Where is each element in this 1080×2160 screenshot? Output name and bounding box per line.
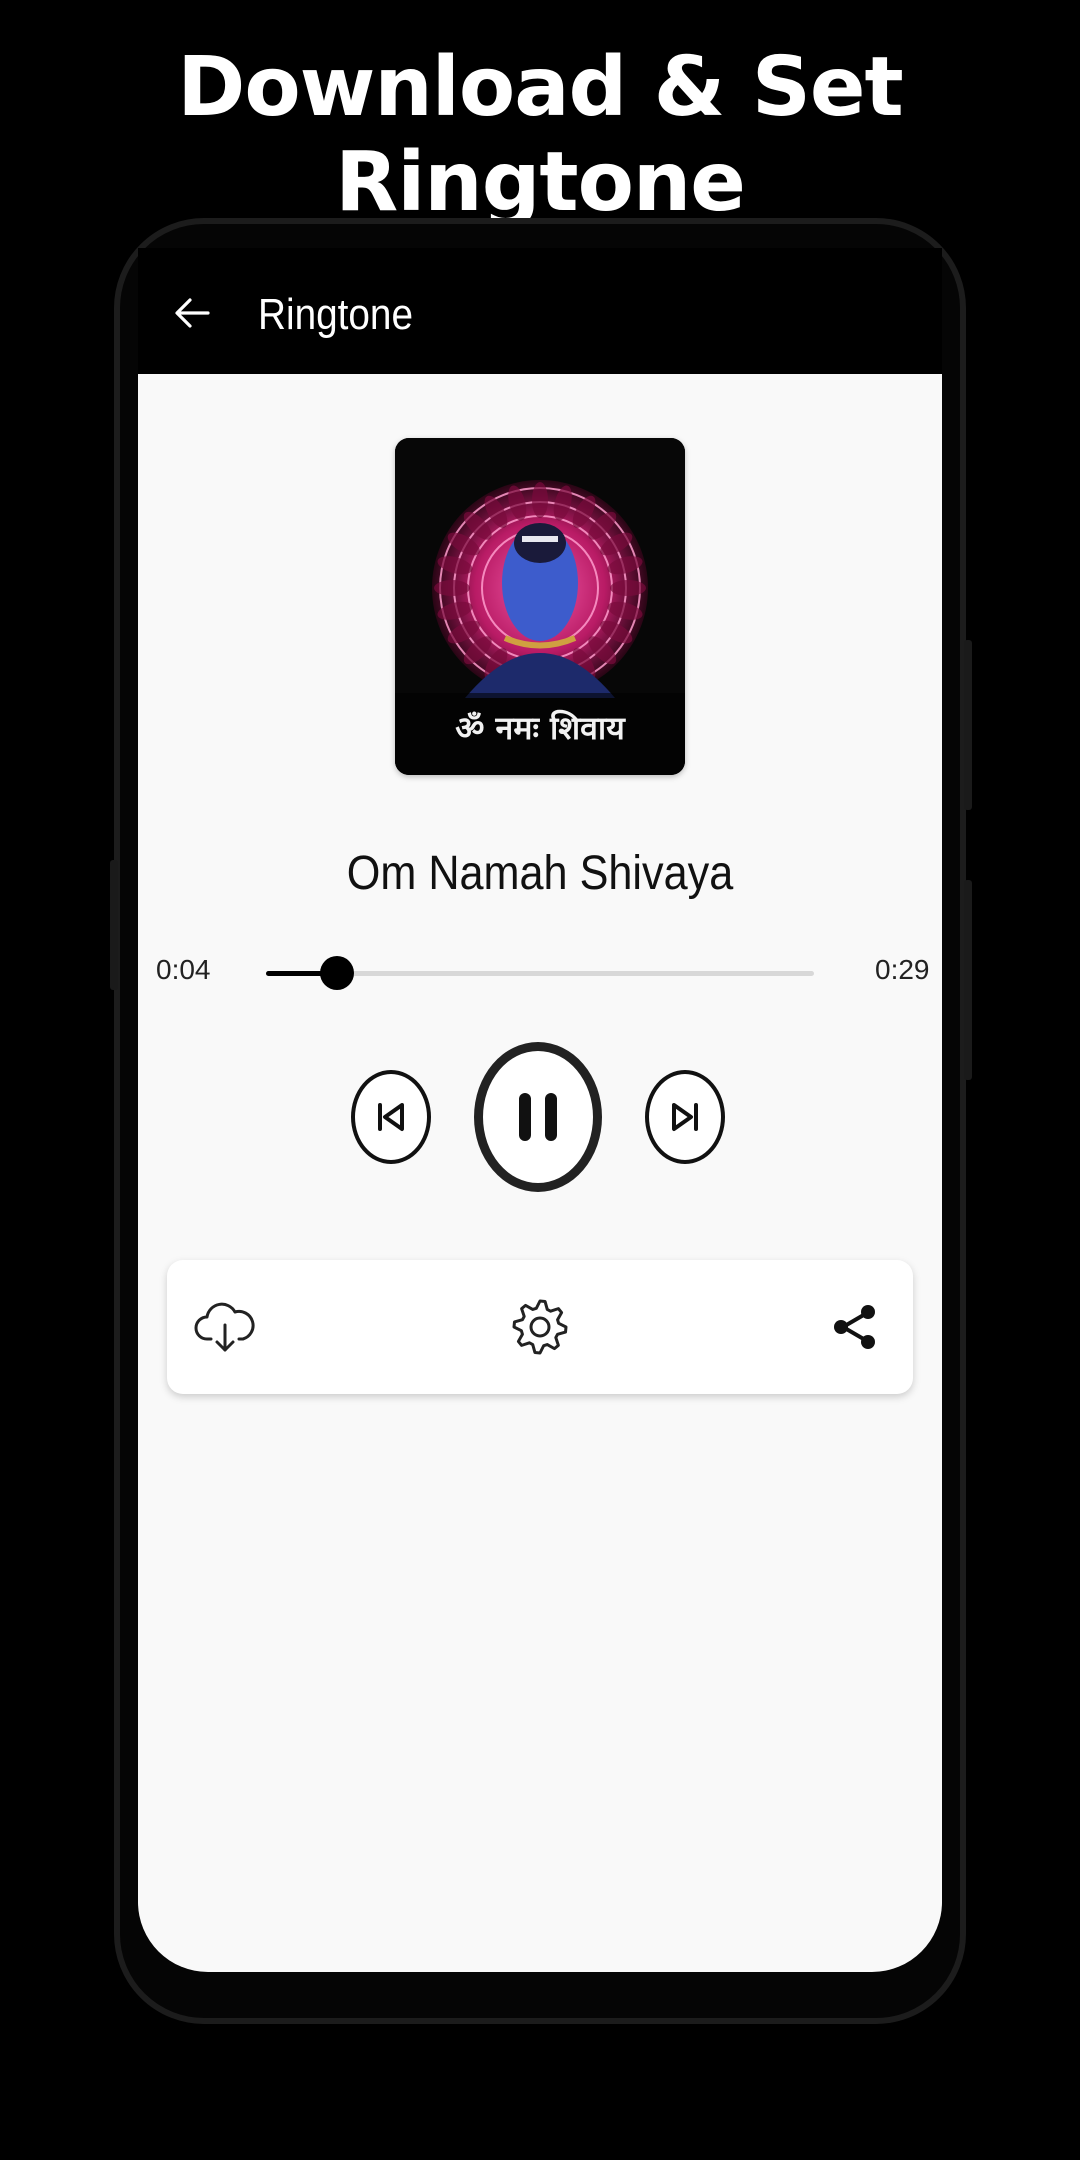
song-title: Om Namah Shivaya xyxy=(346,847,734,900)
back-button[interactable] xyxy=(168,288,218,338)
seek-bar[interactable] xyxy=(266,956,814,990)
phone-side-button-left xyxy=(110,860,118,990)
share-button[interactable] xyxy=(823,1295,887,1359)
arrow-left-icon xyxy=(175,298,210,328)
phone-power-button xyxy=(964,640,972,810)
seek-bar-thumb[interactable] xyxy=(320,956,355,990)
app-screen: Ringtone ॐ नमः शिवाय Om Namah Shivaya 0:… xyxy=(138,248,942,1972)
app-bar: Ringtone xyxy=(138,248,942,374)
gear-icon xyxy=(512,1299,568,1355)
app-bar-title: Ringtone xyxy=(258,290,414,339)
previous-button[interactable] xyxy=(351,1070,431,1164)
artwork-caption: ॐ नमः शिवाय xyxy=(455,709,625,747)
skip-next-icon xyxy=(672,1103,698,1131)
phone-volume-button xyxy=(964,880,972,1080)
cloud-download-icon xyxy=(194,1302,255,1352)
pause-icon xyxy=(519,1093,557,1141)
total-time: 0:29 xyxy=(875,954,930,985)
promo-title: Download & Set Ringtone xyxy=(177,40,903,230)
skip-previous-icon xyxy=(378,1103,404,1131)
album-artwork: ॐ नमः शिवाय xyxy=(395,438,685,775)
share-icon xyxy=(834,1305,875,1349)
current-time: 0:04 xyxy=(156,954,211,985)
next-button[interactable] xyxy=(645,1070,725,1164)
actions-card xyxy=(167,1260,913,1394)
pause-button[interactable] xyxy=(474,1042,602,1192)
settings-button[interactable] xyxy=(508,1295,572,1359)
download-button[interactable] xyxy=(193,1295,257,1359)
